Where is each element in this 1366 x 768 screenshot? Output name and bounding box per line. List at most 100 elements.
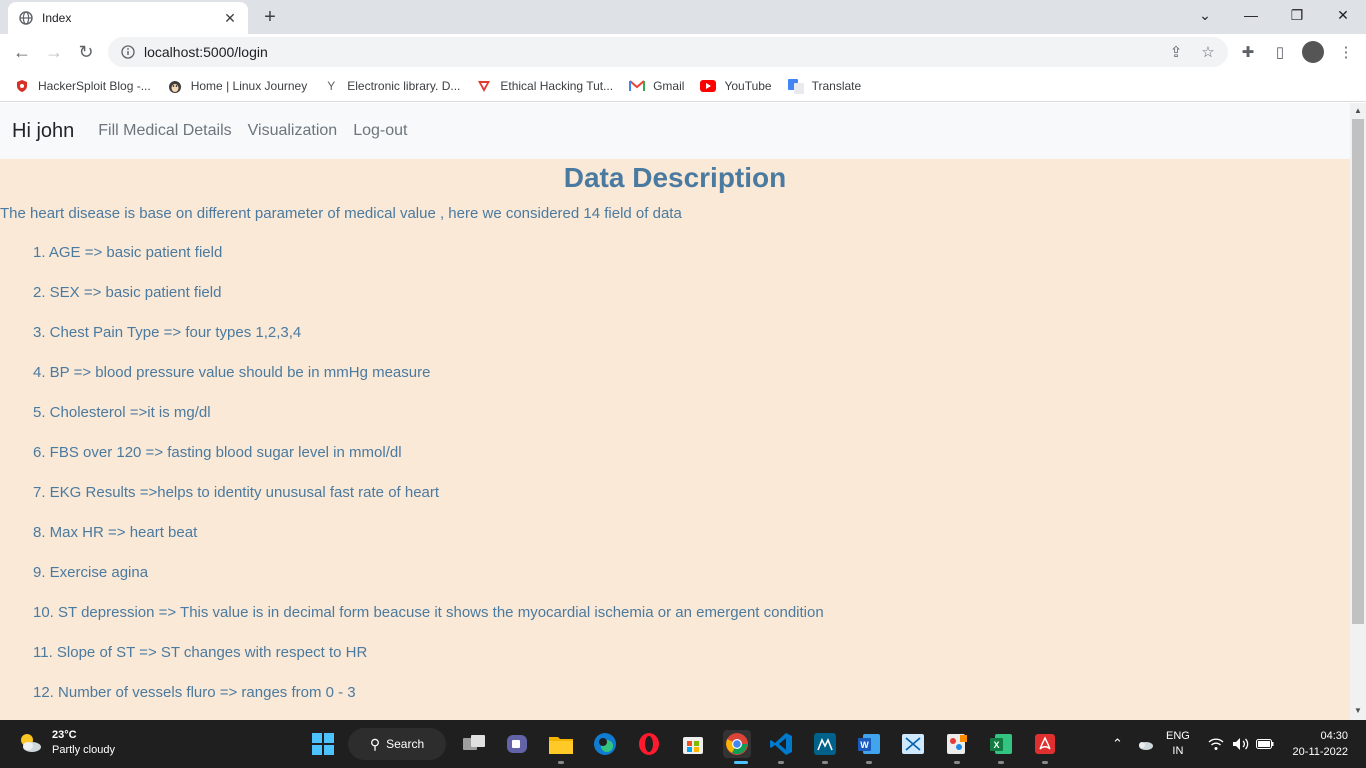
bookmark-label: HackerSploit Blog -... — [38, 78, 151, 93]
penguin-icon — [167, 78, 183, 94]
field-list: 1. AGE => basic patient field 2. SEX => … — [0, 244, 1350, 702]
bookmark-electronic-library[interactable]: Y Electronic library. D... — [323, 78, 460, 94]
list-item: 12. Number of vessels fluro => ranges fr… — [33, 684, 356, 701]
list-item: 10. ST depression => This value is in de… — [33, 604, 824, 621]
page-viewport: Hi john Fill Medical Details Visualizati… — [0, 103, 1350, 720]
share-icon[interactable]: ⇪ — [1166, 42, 1186, 62]
vscode-icon[interactable] — [767, 730, 795, 758]
running-indicator — [998, 761, 1004, 764]
reload-icon[interactable]: ↻ — [72, 38, 100, 66]
navbar-brand[interactable]: Hi john — [12, 120, 74, 143]
bookmarks-bar: HackerSploit Blog -... Home | Linux Jour… — [0, 70, 1366, 102]
shield-red-icon — [14, 78, 30, 94]
onedrive-weather-tray-icon[interactable] — [1136, 720, 1154, 768]
volume-icon[interactable] — [1232, 720, 1250, 768]
teams-chat-icon[interactable] — [503, 730, 531, 758]
battery-icon[interactable] — [1256, 720, 1274, 768]
scroll-up-icon[interactable]: ▲ — [1354, 107, 1362, 115]
nav-link-visualization[interactable]: Visualization — [248, 122, 338, 140]
windows-taskbar: 23°C Partly cloudy ⚲ Search W X ⌃ ENG IN… — [0, 720, 1366, 768]
file-explorer-icon[interactable] — [547, 730, 575, 758]
microsoft-store-icon[interactable] — [679, 730, 707, 758]
url-text: localhost:5000/login — [144, 44, 268, 60]
forward-icon[interactable]: → — [40, 38, 68, 66]
search-icon: ⚲ — [369, 735, 381, 752]
running-indicator — [778, 761, 784, 764]
bookmark-translate[interactable]: Translate — [787, 78, 862, 94]
extensions-icon[interactable]: ✚ — [1238, 42, 1258, 62]
list-item: 3. Chest Pain Type => four types 1,2,3,4 — [33, 324, 302, 341]
bookmark-label: Home | Linux Journey — [190, 78, 308, 93]
mysql-workbench-icon[interactable] — [811, 730, 839, 758]
svg-text:W: W — [860, 740, 869, 750]
opera-icon[interactable] — [635, 730, 663, 758]
weather-widget[interactable]: 23°C Partly cloudy — [16, 728, 115, 758]
tab-title: Index — [42, 11, 72, 25]
window-close-icon[interactable]: ✕ — [1320, 0, 1366, 30]
restore-icon[interactable]: ❐ — [1274, 0, 1320, 30]
list-item: 8. Max HR => heart beat — [33, 524, 198, 541]
minimize-icon[interactable]: — — [1228, 0, 1274, 30]
edge-browser-icon[interactable] — [591, 730, 619, 758]
list-item: 7. EKG Results =>helps to identity unusu… — [33, 484, 440, 501]
clock-time: 04:30 — [1320, 730, 1348, 742]
running-indicator — [558, 761, 564, 764]
bookmark-hackersploit[interactable]: HackerSploit Blog -... — [14, 78, 151, 94]
address-bar[interactable]: localhost:5000/login — [108, 37, 1228, 67]
bookmark-label: Electronic library. D... — [347, 78, 461, 93]
taskbar-search[interactable]: ⚲ Search — [348, 728, 446, 760]
chrome-icon[interactable] — [723, 730, 751, 758]
scrollbar-thumb[interactable] — [1352, 119, 1364, 624]
list-item: 6. FBS over 120 => fasting blood sugar l… — [33, 444, 402, 461]
clock[interactable]: 04:30 20-11-2022 — [1288, 720, 1348, 768]
bookmark-star-icon[interactable]: ☆ — [1198, 42, 1218, 62]
tray-overflow-icon[interactable]: ⌃ — [1112, 720, 1123, 768]
y-logo-icon: Y — [327, 78, 336, 93]
partly-cloudy-icon — [16, 729, 44, 757]
tab-strip: Index ✕ + ⌄ — ❐ ✕ — [0, 0, 1366, 34]
list-item: 9. Exercise agina — [33, 564, 149, 581]
page-title: Data Description — [563, 162, 787, 193]
side-panel-icon[interactable]: ▯ — [1270, 42, 1290, 62]
youtube-icon — [700, 78, 717, 94]
language-indicator[interactable]: ENG IN — [1166, 720, 1190, 768]
region-code: IN — [1172, 745, 1184, 757]
excel-icon[interactable]: X — [987, 730, 1015, 758]
acrobat-reader-icon[interactable] — [1031, 730, 1059, 758]
tab-close-icon[interactable]: ✕ — [222, 10, 238, 26]
bookmark-label: Translate — [811, 78, 862, 93]
site-navbar: Hi john Fill Medical Details Visualizati… — [0, 103, 1350, 159]
bookmark-youtube[interactable]: YouTube — [700, 78, 772, 94]
active-indicator — [734, 761, 748, 764]
word-icon[interactable]: W — [855, 730, 883, 758]
snipping-tool-icon[interactable] — [899, 730, 927, 758]
site-info-icon[interactable] — [120, 44, 136, 60]
bookmark-gmail[interactable]: Gmail — [629, 78, 684, 94]
windows-start-icon[interactable] — [309, 730, 337, 758]
weather-temperature: 23°C — [52, 729, 77, 741]
search-label: Search — [386, 737, 425, 751]
list-item: 5. Cholesterol =>it is mg/dl — [33, 404, 211, 421]
menu-kebab-icon[interactable]: ⋮ — [1336, 42, 1356, 62]
back-icon[interactable]: ← — [8, 38, 36, 66]
gmail-icon — [629, 78, 646, 94]
profile-avatar[interactable] — [1302, 41, 1324, 63]
intro-text: The heart disease is base on different p… — [0, 205, 682, 222]
paint-app-icon[interactable] — [943, 730, 971, 758]
running-indicator — [822, 761, 828, 764]
list-item: 1. AGE => basic patient field — [33, 244, 223, 261]
new-tab-icon[interactable]: + — [258, 6, 282, 28]
nav-link-logout[interactable]: Log-out — [353, 122, 407, 140]
nav-link-fill-medical-details[interactable]: Fill Medical Details — [98, 122, 231, 140]
task-view-icon[interactable] — [460, 730, 488, 758]
translate-icon — [787, 78, 804, 94]
browser-toolbar: ← → ↻ localhost:5000/login ⇪ ☆ ✚ ▯ ⋮ — [0, 34, 1366, 70]
tab-search-icon[interactable]: ⌄ — [1182, 0, 1228, 30]
globe-icon — [18, 10, 34, 26]
browser-tab[interactable]: Index ✕ — [8, 2, 248, 34]
bookmark-linux-journey[interactable]: Home | Linux Journey — [167, 78, 308, 94]
wifi-icon[interactable] — [1208, 720, 1224, 768]
page-scrollbar[interactable]: ▲ ▼ — [1350, 103, 1366, 720]
scroll-down-icon[interactable]: ▼ — [1354, 707, 1362, 715]
bookmark-ethical-hacking[interactable]: Ethical Hacking Tut... — [476, 78, 613, 94]
